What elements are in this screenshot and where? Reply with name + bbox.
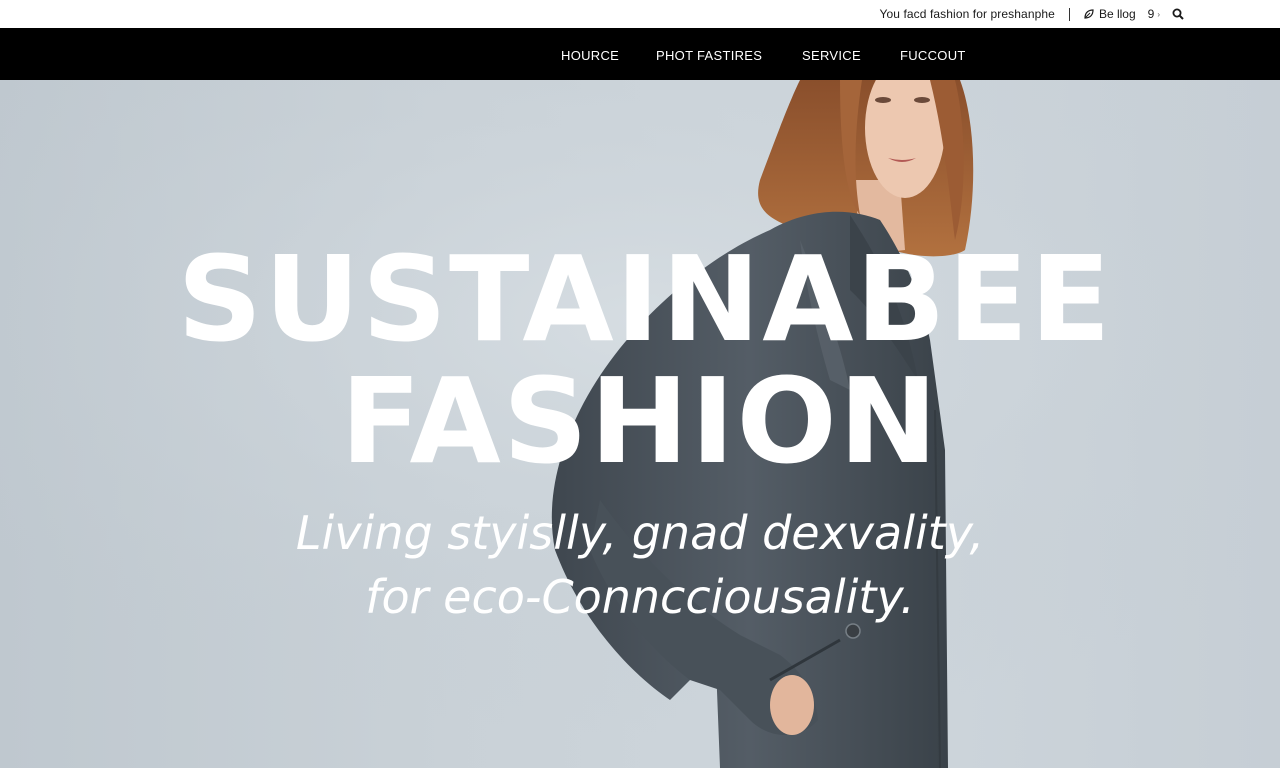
- leaf-icon: [1084, 9, 1094, 19]
- blog-link[interactable]: Be llog: [1084, 7, 1136, 21]
- hero-subtitle-line-2: for eco-Conncciousality.: [365, 570, 915, 624]
- search-icon[interactable]: [1172, 8, 1184, 20]
- utility-divider: [1068, 7, 1070, 21]
- blog-label: Be llog: [1098, 7, 1136, 21]
- chevron-right-icon: ›: [1157, 9, 1160, 19]
- nav-item-hource[interactable]: HOURCE: [561, 28, 619, 80]
- nav-item-service[interactable]: SERVICE: [802, 28, 861, 80]
- hero-banner: SUSTAINABEE FASHION Living styislly, gna…: [0, 80, 1280, 768]
- main-nav: HOURCE PHOT FASTIRES SERVICE FUCCOUT: [0, 28, 1280, 80]
- location-selector[interactable]: 9 ›: [1148, 7, 1160, 21]
- nav-item-phot-fastires[interactable]: PHOT FASTIRES: [656, 28, 762, 80]
- utility-tagline: You facd fashion for preshanphe: [879, 7, 1055, 21]
- utility-bar: You facd fashion for preshanphe Be llog …: [0, 0, 1280, 28]
- hero-headline-line-1: SUSTAINABEE: [177, 230, 1113, 368]
- nav-item-fuccout[interactable]: FUCCOUT: [900, 28, 966, 80]
- location-pin-icon: 9: [1147, 7, 1155, 21]
- hero-subtitle-line-1: Living styislly, gnad dexvality,: [295, 506, 985, 560]
- hero-headline-line-2: FASHION: [340, 352, 940, 490]
